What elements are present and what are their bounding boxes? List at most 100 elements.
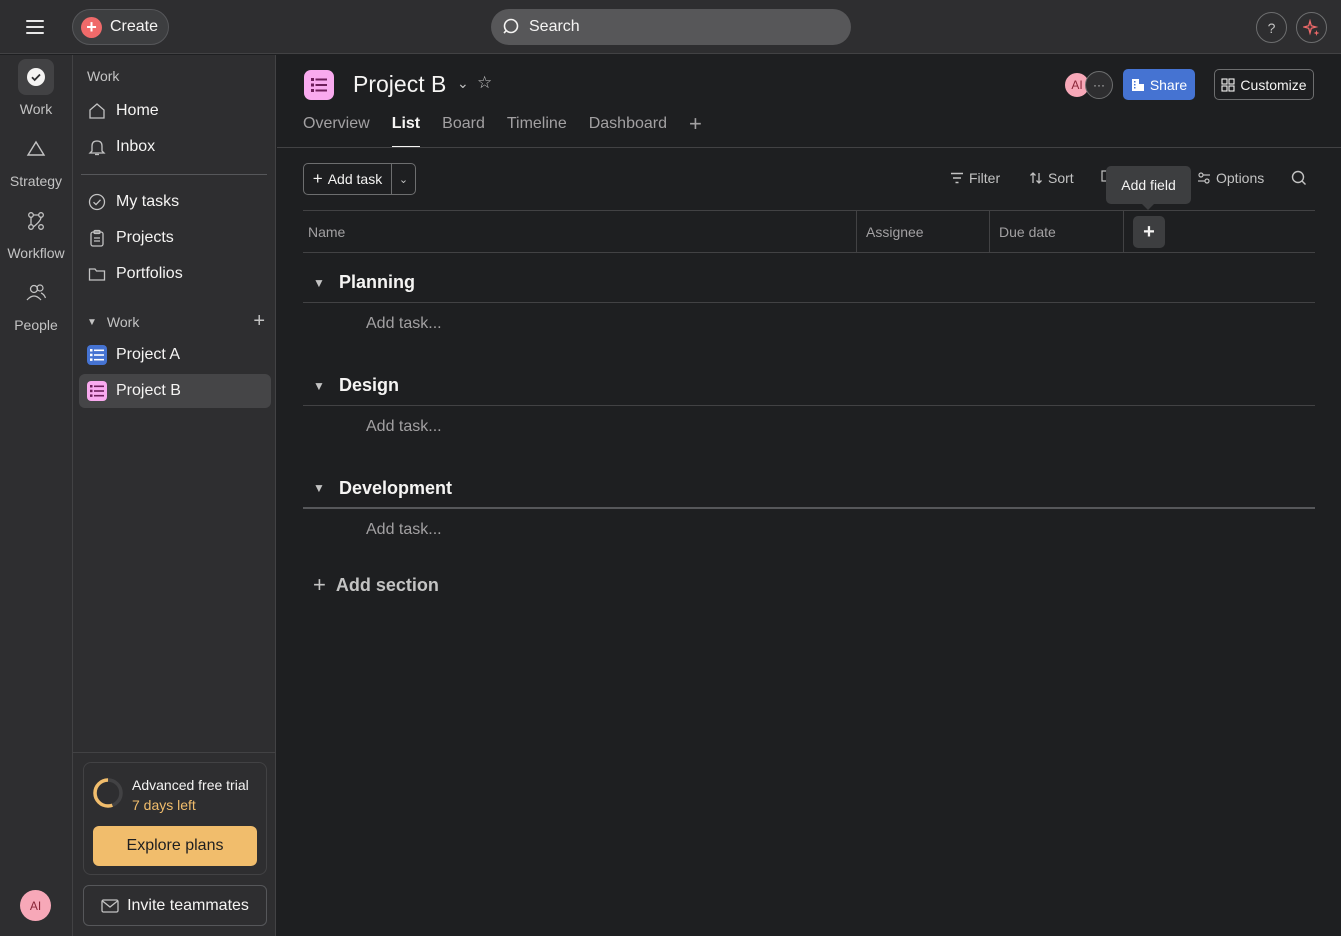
sidebar-item-portfolios[interactable]: Portfolios bbox=[79, 257, 271, 291]
add-task-inline[interactable]: Add task... bbox=[366, 521, 442, 539]
caret-down-icon[interactable]: ▼ bbox=[303, 379, 329, 393]
check-circle-icon bbox=[87, 192, 107, 212]
chevron-down-icon[interactable]: ⌄ bbox=[457, 75, 469, 92]
invite-teammates-button[interactable]: Invite teammates bbox=[83, 885, 267, 926]
add-field-button[interactable]: + bbox=[1133, 216, 1165, 248]
sidebar-item-home[interactable]: Home bbox=[79, 94, 271, 128]
sidebar-item-label: Home bbox=[116, 102, 159, 119]
add-task-button-group: + Add task ⌄ bbox=[303, 163, 416, 195]
sidebar-item-project-b[interactable]: Project B bbox=[79, 374, 271, 408]
list-icon bbox=[87, 345, 107, 365]
sidebar-item-label: Projects bbox=[116, 229, 174, 246]
rail-item-label: Workflow bbox=[7, 245, 65, 261]
create-label: Create bbox=[110, 18, 159, 35]
rail-item-work[interactable]: Work bbox=[0, 59, 72, 117]
star-icon[interactable]: ☆ bbox=[477, 73, 492, 93]
column-header-assignee[interactable]: Assignee bbox=[856, 211, 989, 252]
people-icon bbox=[18, 275, 54, 311]
workflow-icon bbox=[18, 203, 54, 239]
sidebar-item-my-tasks[interactable]: My tasks bbox=[79, 185, 271, 219]
rail-item-label: Strategy bbox=[9, 173, 63, 189]
caret-down-icon[interactable]: ▼ bbox=[303, 276, 329, 290]
rail-item-people[interactable]: People bbox=[0, 275, 72, 333]
section-header: ▼ Development bbox=[303, 469, 1315, 509]
avatar[interactable]: AI bbox=[20, 890, 51, 921]
add-section-button[interactable]: + Add section bbox=[313, 572, 439, 598]
rail-item-label: People bbox=[14, 317, 58, 333]
more-members-icon[interactable]: ··· bbox=[1085, 71, 1113, 99]
tab-dashboard[interactable]: Dashboard bbox=[589, 115, 667, 148]
table-header: Name Assignee Due date + bbox=[303, 210, 1315, 253]
search-icon bbox=[503, 18, 519, 34]
page-title: Project B bbox=[353, 71, 447, 97]
create-button[interactable]: + Create bbox=[72, 9, 169, 45]
customize-label: Customize bbox=[1240, 76, 1307, 93]
section-title[interactable]: Development bbox=[339, 478, 452, 499]
add-tab-icon[interactable]: + bbox=[689, 111, 702, 148]
main-content: Project B ⌄ ☆ AI ··· Share Customize Ove… bbox=[277, 55, 1341, 936]
plus-icon: + bbox=[81, 16, 102, 38]
filter-label: Filter bbox=[969, 170, 1001, 186]
sidebar-item-projects[interactable]: Projects bbox=[79, 221, 271, 255]
customize-button[interactable]: Customize bbox=[1214, 69, 1314, 100]
filter-button[interactable]: Filter bbox=[950, 170, 1000, 186]
building-icon bbox=[1131, 78, 1144, 91]
sort-label: Sort bbox=[1048, 170, 1074, 186]
folder-icon bbox=[87, 264, 107, 284]
trial-days-left: 7 days left bbox=[132, 797, 196, 813]
add-task-inline[interactable]: Add task... bbox=[366, 315, 442, 333]
add-field-tooltip: Add field bbox=[1106, 166, 1191, 210]
rail-item-workflow[interactable]: Workflow bbox=[0, 203, 72, 261]
search-input[interactable]: Search bbox=[491, 9, 851, 45]
trial-progress-ring bbox=[93, 778, 123, 808]
trial-card: Advanced free trial 7 days left Explore … bbox=[83, 762, 267, 875]
ai-assistant-button[interactable] bbox=[1296, 12, 1327, 43]
share-label: Share bbox=[1149, 76, 1188, 93]
sort-icon bbox=[1030, 172, 1042, 184]
caret-down-icon[interactable]: ▼ bbox=[87, 317, 97, 328]
tab-board[interactable]: Board bbox=[442, 115, 485, 148]
sort-button[interactable]: Sort bbox=[1029, 170, 1074, 186]
sidebar-item-inbox[interactable]: Inbox bbox=[79, 130, 271, 164]
chevron-down-icon: ⌄ bbox=[398, 173, 409, 186]
rail-item-label: Work bbox=[19, 101, 53, 117]
sidebar-item-project-a[interactable]: Project A bbox=[79, 338, 271, 372]
tab-list[interactable]: List bbox=[391, 115, 421, 148]
column-header-name[interactable]: Name bbox=[308, 211, 856, 252]
add-project-icon[interactable]: + bbox=[253, 310, 265, 333]
caret-down-icon[interactable]: ▼ bbox=[303, 481, 329, 495]
sidebar: Work Home Inbox My tasks Projects Portfo… bbox=[72, 55, 276, 936]
divider bbox=[81, 174, 267, 175]
clipboard-icon bbox=[87, 228, 107, 248]
options-button[interactable]: Options bbox=[1197, 170, 1264, 186]
add-section-label: Add section bbox=[335, 574, 439, 595]
list-icon bbox=[87, 381, 107, 401]
tab-timeline[interactable]: Timeline bbox=[507, 115, 567, 148]
sidebar-section-label: Work bbox=[106, 314, 140, 330]
top-bar: + Create Search ? bbox=[0, 0, 1341, 54]
help-icon: ? bbox=[1267, 19, 1276, 36]
add-task-button[interactable]: + Add task bbox=[304, 164, 392, 194]
plus-icon: + bbox=[312, 169, 323, 188]
sparkle-icon bbox=[1302, 18, 1319, 36]
explore-plans-button[interactable]: Explore plans bbox=[93, 826, 257, 866]
rail-item-strategy[interactable]: Strategy bbox=[0, 131, 72, 189]
add-task-inline[interactable]: Add task... bbox=[366, 418, 442, 436]
section-title[interactable]: Planning bbox=[339, 272, 415, 293]
options-label: Options bbox=[1216, 170, 1265, 186]
menu-icon[interactable] bbox=[22, 15, 50, 39]
tab-overview[interactable]: Overview bbox=[303, 115, 370, 148]
sidebar-section-work[interactable]: ▼ Work + bbox=[87, 310, 265, 333]
search-icon[interactable] bbox=[1291, 170, 1307, 186]
add-task-label: Add task bbox=[327, 171, 383, 187]
column-header-due-date[interactable]: Due date bbox=[989, 211, 1123, 252]
bell-icon bbox=[87, 137, 107, 157]
project-list-icon bbox=[304, 70, 334, 100]
add-task-dropdown[interactable]: ⌄ bbox=[392, 164, 415, 194]
share-button[interactable]: Share bbox=[1123, 69, 1195, 100]
left-rail: Work Strategy Workflow People AI bbox=[0, 55, 72, 936]
section-title[interactable]: Design bbox=[339, 375, 399, 396]
divider bbox=[73, 752, 275, 753]
help-button[interactable]: ? bbox=[1256, 12, 1287, 43]
sidebar-item-label: Project A bbox=[116, 346, 181, 363]
